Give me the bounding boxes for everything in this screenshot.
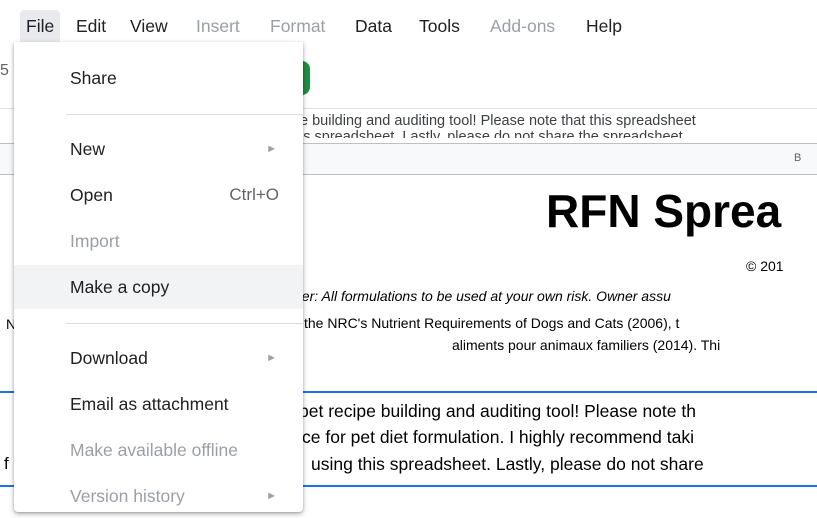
menu-item-share-label: Share — [70, 68, 117, 88]
menu-item-import[interactable]: Import — [14, 219, 303, 263]
menu-item-open[interactable]: Open Ctrl+O — [14, 173, 303, 217]
menu-edit[interactable]: Edit — [70, 10, 112, 42]
menu-item-open-label: Open — [70, 185, 113, 205]
menu-addons[interactable]: Add-ons — [484, 10, 561, 42]
note-line-2: ce for pet diet formulation. I highly re… — [302, 427, 694, 447]
menu-item-make-copy[interactable]: Make a copy — [14, 265, 303, 309]
menu-item-email-label: Email as attachment — [70, 394, 229, 414]
menu-help[interactable]: Help — [580, 10, 628, 42]
disclaimer-line-3[interactable]: aliments pour animaux familiers (2014). … — [452, 337, 720, 353]
menu-item-import-label: Import — [70, 231, 120, 251]
sheet-title-cell[interactable]: RFN Sprea — [546, 184, 781, 238]
disclaimer-line-2[interactable]: the NRC's Nutrient Requirements of Dogs … — [304, 315, 679, 331]
column-header-b[interactable]: B — [794, 152, 801, 164]
formula-text-line2: is spreadsheet. Lastly, please do not sh… — [300, 129, 683, 138]
menu-item-offline-label: Make available offline — [70, 440, 238, 460]
note-line-1: pet recipe building and auditing tool! P… — [299, 401, 696, 421]
menu-insert[interactable]: Insert — [190, 10, 246, 42]
file-menu-dropdown: Share New ► Open Ctrl+O Import Make a co… — [14, 42, 303, 512]
menu-format[interactable]: Format — [264, 10, 331, 42]
toolbar-edge-icon: 5 — [0, 62, 9, 79]
submenu-arrow-icon: ► — [266, 143, 277, 155]
menu-item-make-copy-label: Make a copy — [70, 277, 170, 297]
menu-item-download-label: Download — [70, 348, 148, 368]
submenu-arrow-icon: ► — [266, 352, 277, 364]
copyright-cell[interactable]: © 201 — [746, 258, 784, 274]
menu-separator — [66, 323, 303, 324]
menu-item-version-history-label: Version history — [70, 486, 185, 506]
menu-tools[interactable]: Tools — [413, 10, 466, 42]
disclaimer-line-1[interactable]: ner: All formulations to be used at your… — [294, 288, 671, 304]
menu-view[interactable]: View — [124, 10, 174, 42]
formula-text-line1: e building and auditing tool! Please not… — [300, 113, 696, 129]
open-shortcut: Ctrl+O — [229, 185, 279, 204]
menu-file[interactable]: File — [20, 10, 61, 42]
submenu-arrow-icon: ► — [266, 490, 277, 502]
menu-item-email-attachment[interactable]: Email as attachment — [14, 382, 303, 426]
menu-item-new[interactable]: New ► — [14, 127, 303, 171]
menu-separator — [66, 114, 303, 115]
note-line-3: using this spreadsheet. Lastly, please d… — [311, 454, 704, 474]
menu-item-make-offline[interactable]: Make available offline — [14, 428, 303, 472]
menu-item-new-label: New — [70, 139, 106, 159]
menu-item-download[interactable]: Download ► — [14, 336, 303, 380]
menu-item-version-history[interactable]: Version history ► — [14, 474, 303, 518]
menu-data[interactable]: Data — [349, 10, 398, 42]
row-edge-text-f: f — [4, 454, 9, 473]
menu-item-share[interactable]: Share — [14, 56, 303, 100]
